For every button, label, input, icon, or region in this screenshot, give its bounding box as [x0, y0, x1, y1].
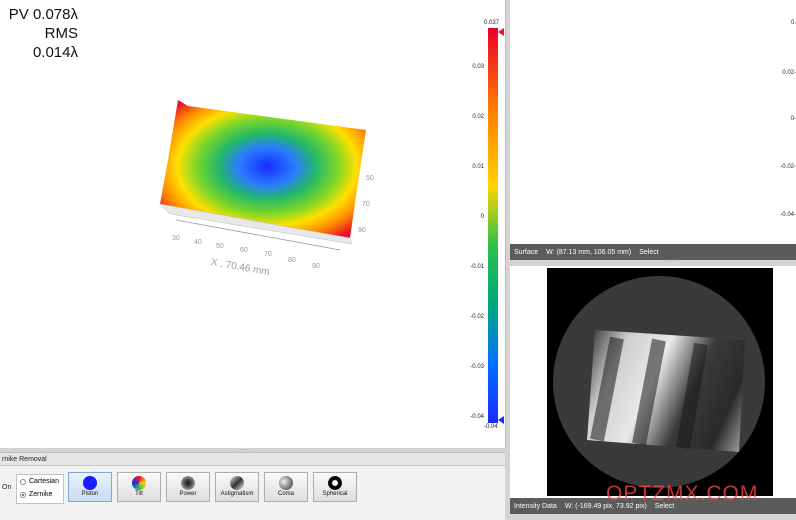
watermark: OPTZMX.COM [606, 482, 759, 505]
radio-button[interactable] [20, 478, 26, 485]
x-tick: 90 [312, 263, 320, 270]
interferogram [553, 276, 765, 488]
radio-cartesian[interactable]: Cartesian [17, 475, 63, 488]
panel-title: rnike Removal [2, 456, 47, 463]
status-mode: Intensity Data [514, 502, 557, 510]
profile-tick: -0.02- [780, 164, 796, 170]
x-tick: 80 [288, 257, 296, 264]
radio-button[interactable] [20, 491, 26, 498]
y-tick: 90 [358, 227, 366, 234]
button-label: Coma [277, 491, 294, 497]
radio-zernike[interactable]: Zernike [17, 488, 63, 501]
x-tick: 60 [240, 247, 248, 254]
colorbar-max-label: 0.037 [484, 20, 500, 26]
colorbar-min-label: -0.04 [484, 424, 498, 430]
astigmatism-button[interactable]: Astigmatism [215, 472, 259, 502]
x-axis-label: X , 70.46 mm [210, 257, 270, 278]
colorbar-min-marker[interactable] [498, 416, 504, 424]
piston-icon [83, 476, 97, 490]
button-label: Spherical [322, 491, 348, 497]
y-tick-labels: 50 70 90 [358, 175, 374, 234]
status-mode: Surface [514, 248, 539, 256]
profile-tick: 0- [790, 116, 796, 122]
status-coordinates: W: (87.13 mm, 106.05 mm) [546, 248, 632, 256]
colorbar-tick: -0.01 [470, 264, 484, 270]
surface-3d-view[interactable]: PV 0.078λ RMS 0.014λ X , 70.46 mm 30 40 … [0, 0, 506, 448]
colorbar-max-marker[interactable] [498, 28, 504, 36]
colorbar-tick: 0.02 [472, 114, 484, 120]
button-label: Power [179, 491, 197, 497]
status-tool: Select [639, 248, 659, 256]
intensity-image-view[interactable] [510, 266, 796, 498]
colorbar-tick: 0.01 [472, 164, 484, 170]
x-tick: 30 [172, 235, 180, 242]
colorbar-tick: -0.04 [470, 414, 484, 420]
power-icon [181, 476, 195, 490]
surface-profile-view[interactable]: 0. 0.02- 0- -0.02- -0.04- [510, 0, 796, 244]
surface-status-bar: Surface W: (87.13 mm, 106.05 mm) Select [510, 244, 796, 260]
tilt-icon [132, 476, 146, 490]
coma-button[interactable]: Coma [264, 472, 308, 502]
radio-label: Zernike [29, 491, 53, 498]
surface-plot[interactable]: X , 70.46 mm 30 40 50 60 70 80 90 50 70 … [0, 0, 505, 448]
y-tick: 50 [366, 175, 374, 182]
x-tick: 40 [194, 239, 202, 246]
profile-tick: 0.02- [782, 70, 796, 76]
profile-tick: 0. [790, 20, 796, 26]
colorbar-tick: 0.03 [472, 64, 484, 70]
y-tick: 70 [362, 201, 370, 208]
coma-icon [279, 476, 293, 490]
basis-radio-group: Cartesian Zernike [16, 474, 64, 504]
button-label: Piston [81, 491, 99, 497]
button-label: Astigmatism [220, 491, 254, 497]
profile-tick: -0.04- [780, 212, 796, 218]
color-scale-bar [488, 28, 498, 423]
astigmatism-icon [230, 476, 244, 490]
colorbar-tick: 0 [480, 214, 484, 220]
colorbar-tick: -0.02 [470, 314, 484, 320]
colorbar-tick: -0.03 [470, 364, 484, 370]
power-button[interactable]: Power [166, 472, 210, 502]
piston-button[interactable]: Piston [68, 472, 112, 502]
spherical-icon [328, 476, 342, 490]
intensity-frame [547, 268, 773, 496]
tilt-button[interactable]: Tilt [117, 472, 161, 502]
spherical-button[interactable]: Spherical [313, 472, 357, 502]
button-label: Tilt [135, 491, 143, 497]
x-tick: 70 [264, 251, 272, 258]
x-tick: 50 [216, 243, 224, 250]
zernike-panel-header: rnike Removal [0, 452, 505, 466]
radio-label: Cartesian [29, 478, 59, 485]
on-label: On [2, 484, 12, 491]
